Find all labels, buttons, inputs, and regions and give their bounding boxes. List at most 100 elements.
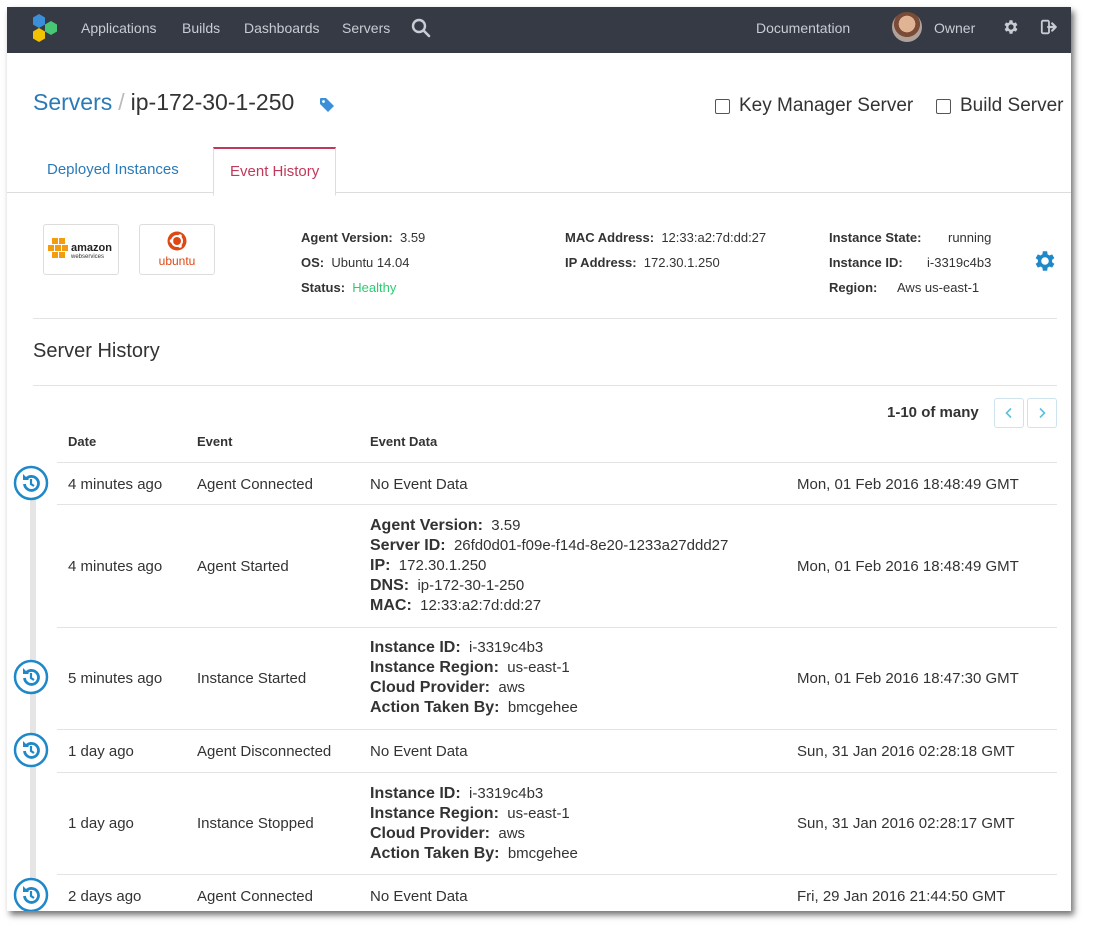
nav-builds[interactable]: Builds xyxy=(182,20,220,36)
avatar[interactable] xyxy=(892,12,922,42)
chevron-right-icon xyxy=(1039,407,1046,419)
build-server-checkbox-box[interactable] xyxy=(936,98,951,114)
row-timestamp: Sun, 31 Jan 2016 02:28:17 GMT xyxy=(797,815,1015,832)
settings-gear-icon[interactable] xyxy=(1002,18,1020,36)
top-navbar: Applications Builds Dashboards Servers D… xyxy=(7,7,1071,53)
row-event-data: No Event Data xyxy=(370,743,468,760)
ip-address-label: IP Address: xyxy=(565,255,637,270)
pagination-text: 1-10 of many xyxy=(887,404,979,421)
page-title: ip-172-30-1-250 xyxy=(130,89,295,115)
tab-event-history[interactable]: Event History xyxy=(213,147,337,196)
kv-value: 172.30.1.250 xyxy=(398,557,487,574)
kv-value: bmcgehee xyxy=(507,699,578,716)
kv-value: ip-172-30-1-250 xyxy=(417,577,525,594)
ip-address: IP Address: 172.30.1.250 xyxy=(565,255,720,270)
row-divider xyxy=(57,874,1057,875)
history-restore-icon[interactable] xyxy=(13,659,49,695)
instance-state-value: running xyxy=(948,230,992,245)
nav-applications[interactable]: Applications xyxy=(81,20,157,36)
row-date: 1 day ago xyxy=(68,743,134,760)
breadcrumb: Servers / ip-172-30-1-250 xyxy=(33,89,294,116)
os-label: OS: xyxy=(301,255,325,270)
instance-state: Instance State: running xyxy=(829,230,991,245)
key-manager-checkbox[interactable]: Key Manager Server xyxy=(715,95,913,117)
kv-key: Instance ID: xyxy=(370,785,461,802)
mac-address: MAC Address: 12:33:a2:7d:dd:27 xyxy=(565,230,766,245)
kv-key: Instance Region: xyxy=(370,805,499,822)
row-divider xyxy=(57,729,1057,730)
aws-logo: amazon webservices xyxy=(43,224,119,275)
key-manager-checkbox-box[interactable] xyxy=(715,98,730,114)
user-menu-label[interactable]: Owner xyxy=(934,20,975,36)
kv-value: 3.59 xyxy=(491,517,521,534)
row-date: 1 day ago xyxy=(68,815,134,832)
tag-icon[interactable] xyxy=(319,97,335,113)
row-event: Agent Connected xyxy=(197,888,313,905)
kv-value: us-east-1 xyxy=(507,659,570,676)
app-logo-icon[interactable] xyxy=(31,13,61,43)
breadcrumb-servers-link[interactable]: Servers xyxy=(33,89,112,115)
agent-version: Agent Version: 3.59 xyxy=(301,230,425,245)
region: Region: Aws us-east-1 xyxy=(829,280,979,295)
logout-icon[interactable] xyxy=(1040,18,1058,36)
chevron-left-icon xyxy=(1005,407,1012,419)
row-event-data: Instance ID: i-3319c4b3 Instance Region:… xyxy=(370,638,578,718)
aws-logo-subtext: webservices xyxy=(71,254,105,260)
instance-id-value: i-3319c4b3 xyxy=(927,255,992,270)
row-timestamp: Mon, 01 Feb 2016 18:47:30 GMT xyxy=(797,670,1019,687)
row-timestamp: Sun, 31 Jan 2016 02:28:18 GMT xyxy=(797,743,1015,760)
kv-value: aws xyxy=(498,825,526,842)
agent-version-value: 3.59 xyxy=(399,230,426,245)
divider xyxy=(33,385,1057,386)
kv-value: i-3319c4b3 xyxy=(469,639,544,656)
server-settings-gear-icon[interactable] xyxy=(1032,248,1058,274)
build-server-checkbox-label: Build Server xyxy=(960,95,1064,116)
nav-documentation[interactable]: Documentation xyxy=(756,20,850,36)
region-value: Aws us-east-1 xyxy=(897,280,980,295)
kv-value: 26fd0d01-f09e-f14d-8e20-1233a27ddd27 xyxy=(453,537,729,554)
history-restore-icon[interactable] xyxy=(13,732,49,768)
history-restore-icon[interactable] xyxy=(13,877,49,911)
row-date: 2 days ago xyxy=(68,888,142,905)
search-icon[interactable] xyxy=(411,18,431,38)
row-event: Agent Disconnected xyxy=(197,743,332,760)
row-divider xyxy=(57,462,1057,463)
next-page-button[interactable] xyxy=(1027,398,1057,428)
mac-address-label: MAC Address: xyxy=(565,230,655,245)
row-event-data: No Event Data xyxy=(370,888,468,905)
os-value: Ubuntu 14.04 xyxy=(331,255,410,270)
row-timestamp: Fri, 29 Jan 2016 21:44:50 GMT xyxy=(797,888,1006,905)
column-header-event-data[interactable]: Event Data xyxy=(370,434,437,449)
ip-address-value: 172.30.1.250 xyxy=(643,255,720,270)
row-date: 4 minutes ago xyxy=(68,476,163,493)
mac-address-value: 12:33:a2:7d:dd:27 xyxy=(661,230,767,245)
nav-servers[interactable]: Servers xyxy=(342,20,390,36)
history-restore-icon[interactable] xyxy=(13,465,49,501)
ubuntu-logo: ubuntu xyxy=(139,224,215,275)
kv-key: Cloud Provider: xyxy=(370,825,491,842)
instance-id-label: Instance ID: xyxy=(829,255,903,270)
row-event-data: Instance ID: i-3319c4b3 Instance Region:… xyxy=(370,784,578,864)
build-server-checkbox[interactable]: Build Server xyxy=(936,95,1064,117)
row-date: 5 minutes ago xyxy=(68,670,163,687)
kv-key: DNS: xyxy=(370,577,410,594)
row-timestamp: Mon, 01 Feb 2016 18:48:49 GMT xyxy=(797,558,1019,575)
nav-dashboards[interactable]: Dashboards xyxy=(244,20,320,36)
region-label: Region: xyxy=(829,280,878,295)
tabs-divider xyxy=(7,192,1071,193)
column-header-event[interactable]: Event xyxy=(197,434,232,449)
ubuntu-logo-text: ubuntu xyxy=(158,254,196,268)
tab-deployed-instances[interactable]: Deployed Instances xyxy=(31,147,195,192)
row-divider xyxy=(57,504,1057,505)
instance-state-label: Instance State: xyxy=(829,230,922,245)
kv-key: Server ID: xyxy=(370,537,446,554)
prev-page-button[interactable] xyxy=(994,398,1024,428)
kv-key: Instance Region: xyxy=(370,659,499,676)
status: Status: Healthy xyxy=(301,280,396,295)
row-divider xyxy=(57,772,1057,773)
row-date: 4 minutes ago xyxy=(68,558,163,575)
column-header-date[interactable]: Date xyxy=(68,434,96,449)
kv-value: bmcgehee xyxy=(507,845,578,862)
kv-key: Action Taken By: xyxy=(370,699,500,716)
agent-version-label: Agent Version: xyxy=(301,230,393,245)
